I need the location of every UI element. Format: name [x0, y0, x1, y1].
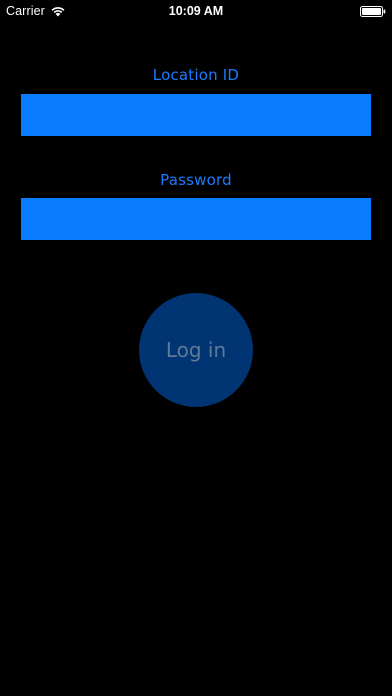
battery-full-icon: [360, 6, 386, 17]
login-button[interactable]: Log in: [139, 293, 253, 407]
password-input[interactable]: [21, 198, 371, 240]
login-button-label: Log in: [165, 338, 227, 362]
password-label: Password: [160, 171, 232, 189]
location-id-input[interactable]: [21, 94, 371, 136]
location-id-label: Location ID: [152, 66, 240, 84]
status-bar: Carrier 10:09 AM: [0, 0, 392, 22]
status-time: 10:09 AM: [168, 4, 224, 18]
